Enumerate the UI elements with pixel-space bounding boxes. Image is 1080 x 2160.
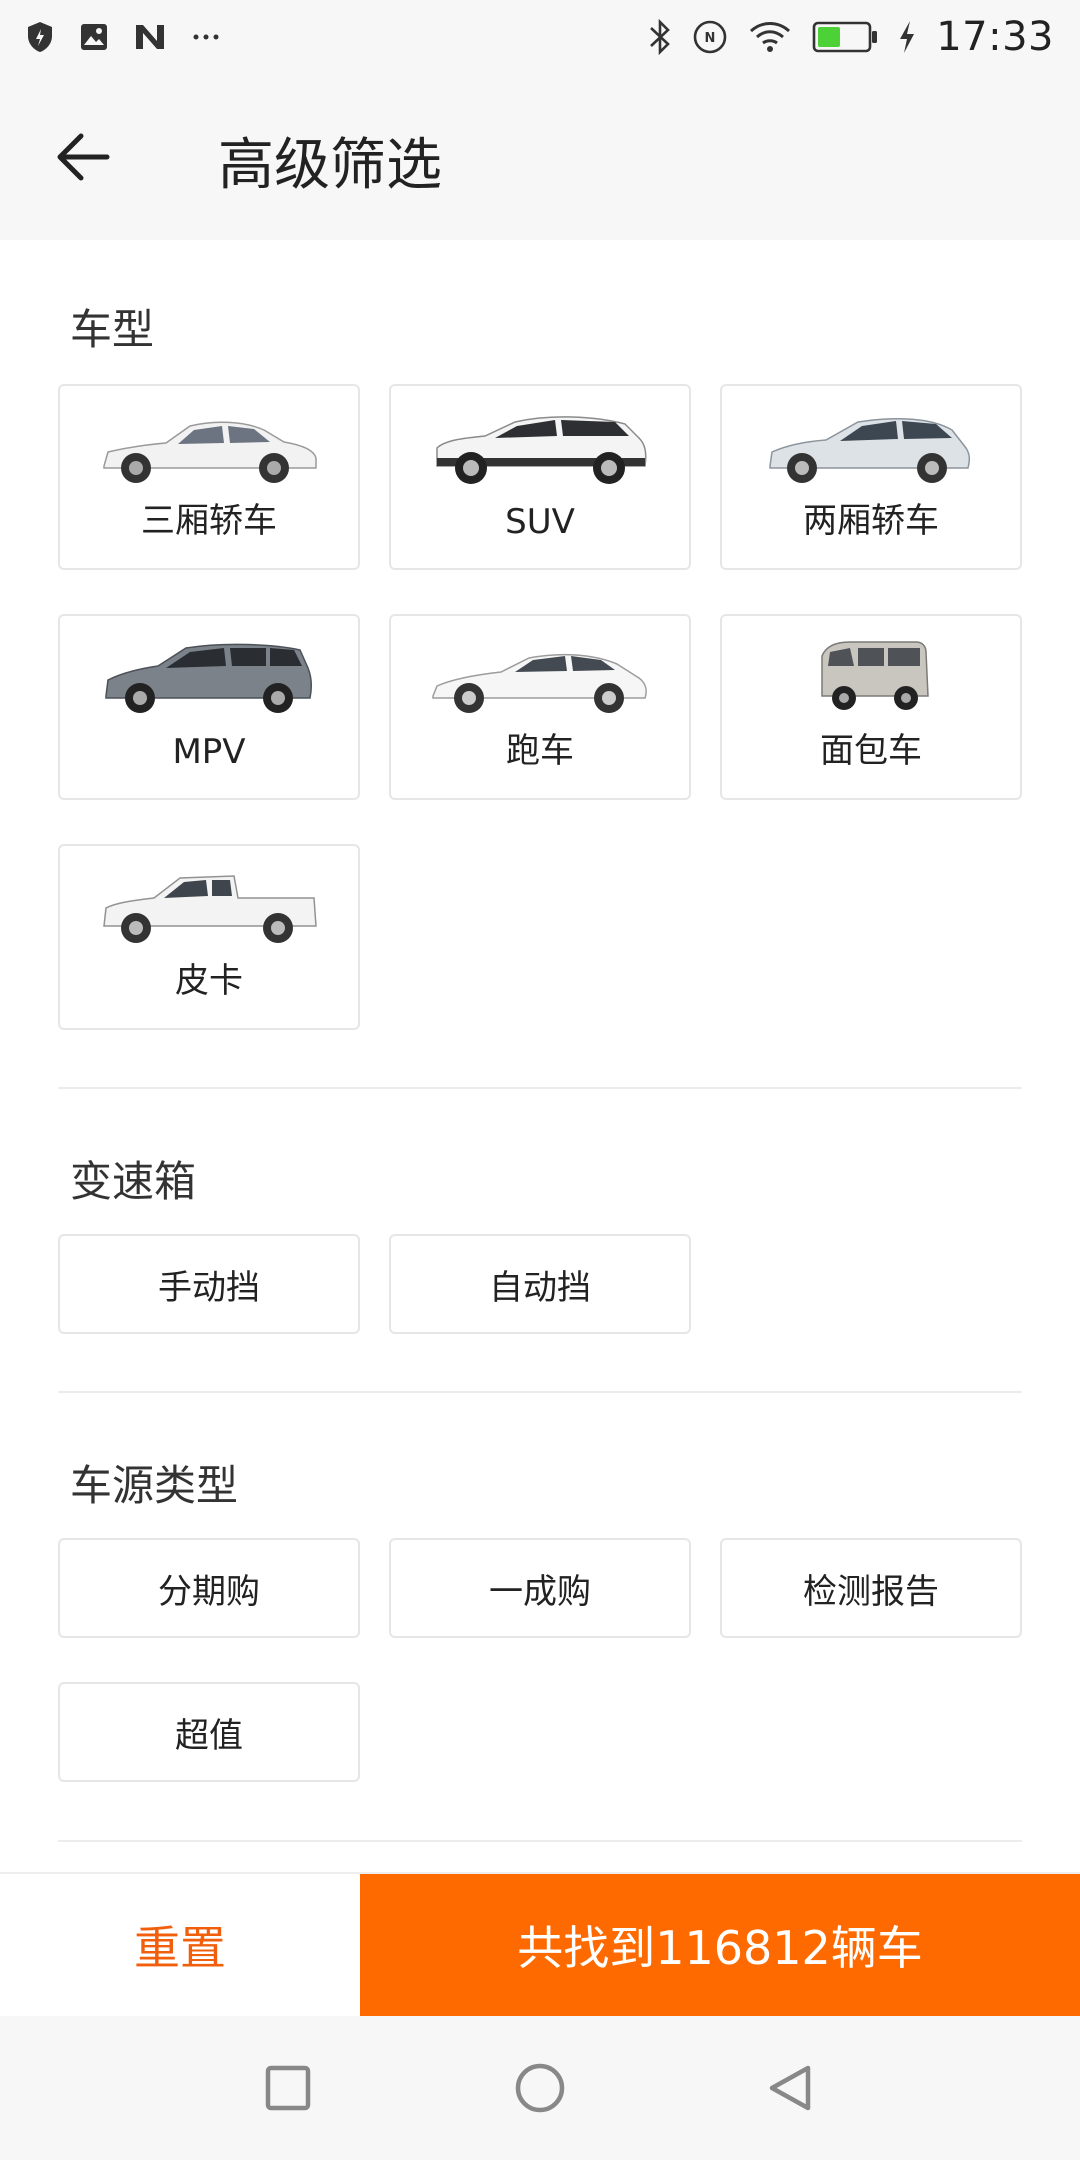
image-icon [80, 23, 108, 51]
circle-icon [515, 2063, 565, 2113]
app-header: 高级筛选 [0, 74, 1080, 240]
option-van[interactable]: 面包车 [720, 614, 1022, 800]
option-label: SUV [505, 502, 575, 542]
option-label: 检测报告 [803, 1571, 939, 1612]
bluetooth-icon [648, 19, 672, 55]
section-divider [58, 1087, 1022, 1089]
option-great-value[interactable]: 超值 [58, 1682, 360, 1782]
sports-car-icon [432, 653, 647, 713]
option-label: 跑车 [506, 731, 574, 771]
option-label: 一成购 [489, 1571, 591, 1612]
option-ten-percent-down[interactable]: 一成购 [389, 1538, 691, 1638]
more-icon [192, 33, 220, 41]
section-title-source-type: 车源类型 [70, 1461, 239, 1510]
option-installment[interactable]: 分期购 [58, 1538, 360, 1638]
arrow-left-icon [57, 133, 110, 181]
triangle-back-icon [769, 2065, 811, 2111]
mpv-car-icon [105, 643, 313, 713]
home-button[interactable] [508, 2056, 572, 2120]
option-automatic[interactable]: 自动挡 [389, 1234, 691, 1334]
van-car-icon [821, 641, 929, 710]
back-button[interactable] [50, 124, 116, 190]
square-icon [265, 2065, 311, 2111]
option-label: 超值 [175, 1715, 243, 1756]
back-nav-button[interactable] [758, 2056, 822, 2120]
option-manual[interactable]: 手动挡 [58, 1234, 360, 1334]
hatchback-car-icon [769, 418, 971, 483]
option-hatchback[interactable]: 两厢轿车 [720, 384, 1022, 570]
recent-apps-button[interactable] [256, 2056, 320, 2120]
section-title-transmission: 变速箱 [70, 1157, 197, 1206]
section-title-car-type: 车型 [70, 305, 155, 354]
reset-button[interactable]: 重置 [0, 1874, 360, 2016]
status-bar: N 17:33 [0, 0, 1080, 74]
option-label: 分期购 [158, 1571, 260, 1612]
option-inspection-report[interactable]: 检测报告 [720, 1538, 1022, 1638]
option-label: 手动挡 [158, 1267, 260, 1308]
charging-icon [898, 19, 916, 55]
pickup-truck-icon [103, 875, 317, 943]
page-title: 高级筛选 [218, 133, 442, 198]
option-sports-car[interactable]: 跑车 [389, 614, 691, 800]
sedan-car-icon [103, 421, 317, 483]
option-mpv[interactable]: MPV [58, 614, 360, 800]
option-label: 两厢轿车 [803, 501, 939, 541]
n-logo-icon [134, 23, 166, 51]
section-divider [58, 1391, 1022, 1393]
option-label: 皮卡 [175, 961, 243, 1001]
shield-icon [26, 21, 54, 53]
status-left [26, 21, 220, 53]
system-nav-bar [0, 2016, 1080, 2160]
section-divider [58, 1840, 1022, 1842]
option-suv[interactable]: SUV [389, 384, 691, 570]
option-sedan[interactable]: 三厢轿车 [58, 384, 360, 570]
status-time: 17:33 [936, 14, 1054, 60]
nfc-icon: N [692, 19, 728, 55]
filter-content[interactable]: 车型 三厢轿车 SUV 两厢轿车 MPV 跑车 面包车 皮卡 变速箱 手动挡 自… [0, 240, 1080, 1872]
option-label: 面包车 [820, 731, 922, 771]
option-label: MPV [172, 732, 246, 772]
svg-text:N: N [705, 31, 716, 46]
suv-car-icon [436, 416, 647, 484]
option-label: 三厢轿车 [141, 501, 277, 541]
show-results-button[interactable]: 共找到116812辆车 [360, 1874, 1080, 2016]
battery-icon [812, 20, 878, 54]
status-right: N 17:33 [648, 14, 1054, 60]
action-bar: 重置 共找到116812辆车 [0, 1872, 1080, 2016]
option-label: 自动挡 [489, 1267, 591, 1308]
wifi-icon [748, 19, 792, 55]
option-pickup[interactable]: 皮卡 [58, 844, 360, 1030]
